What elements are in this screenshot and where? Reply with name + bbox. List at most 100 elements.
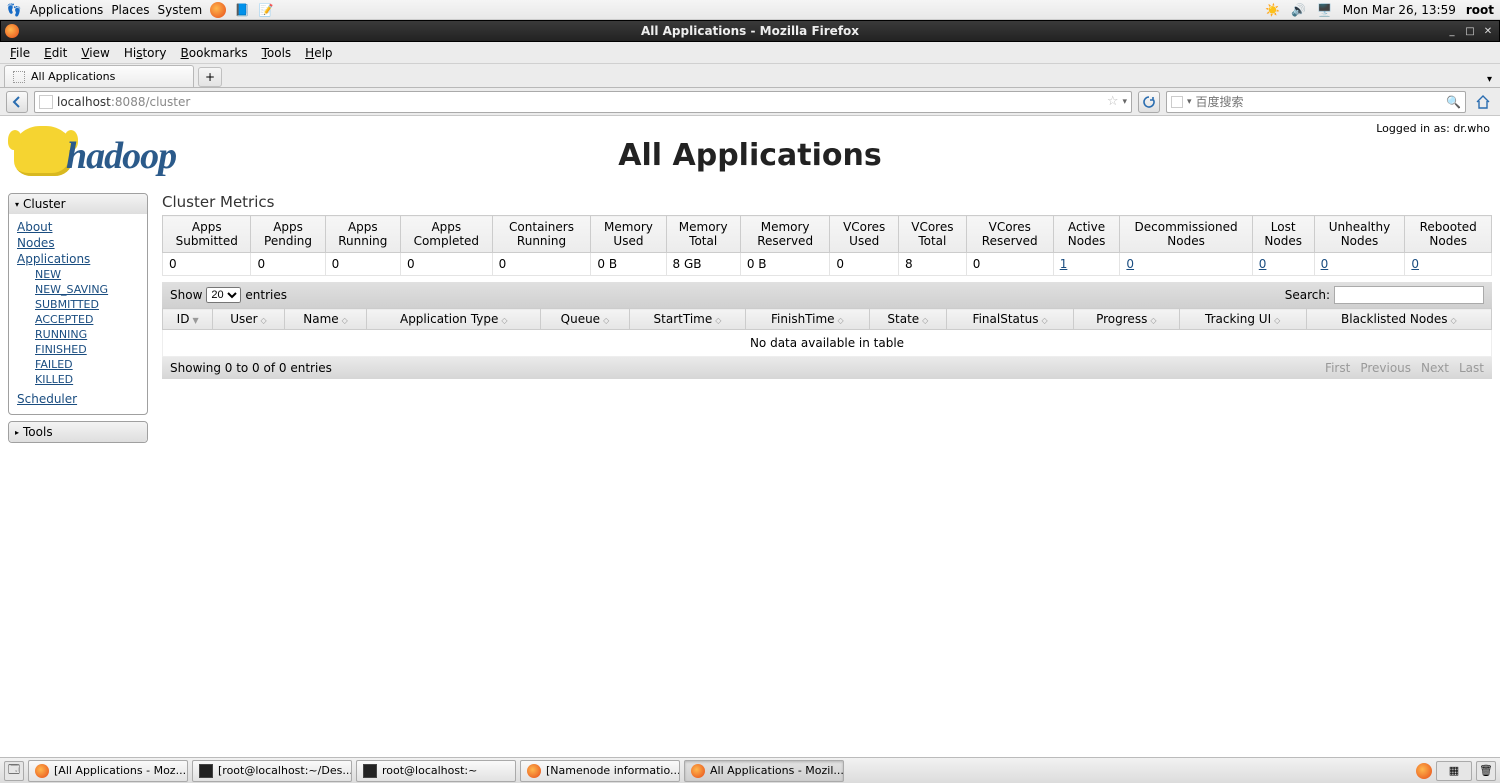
sidebar-link-nodes[interactable]: Nodes xyxy=(17,236,139,250)
pager-previous[interactable]: Previous xyxy=(1360,361,1411,375)
column-header[interactable]: Blacklisted Nodes◇ xyxy=(1306,309,1491,330)
metrics-header: VCores Total xyxy=(898,216,966,253)
sidebar-link-about[interactable]: About xyxy=(17,220,139,234)
new-tab-button[interactable]: + xyxy=(198,67,222,87)
sidebar-cluster-header[interactable]: ▾ Cluster xyxy=(9,194,147,214)
browser-tab[interactable]: All Applications xyxy=(4,65,194,87)
taskbar-item[interactable]: [root@localhost:~/Des... xyxy=(192,760,352,782)
column-header[interactable]: ID▼ xyxy=(163,309,213,330)
search-go-icon[interactable]: 🔍 xyxy=(1446,95,1461,109)
search-engine-dropdown[interactable]: ▾ xyxy=(1187,97,1192,107)
metrics-header: Containers Running xyxy=(492,216,591,253)
notes-launcher-icon[interactable]: 📝 xyxy=(258,2,274,18)
column-header[interactable]: StartTime◇ xyxy=(629,309,745,330)
metrics-cell: 0 xyxy=(492,253,591,276)
menu-view[interactable]: View xyxy=(75,44,115,62)
bookmark-star-icon[interactable]: ☆ xyxy=(1107,94,1119,109)
taskbar-item[interactable]: [All Applications - Moz... xyxy=(28,760,188,782)
sidebar-link-applications[interactable]: Applications xyxy=(17,252,139,266)
column-header[interactable]: Application Type◇ xyxy=(367,309,541,330)
metrics-cell: 0 xyxy=(1405,253,1492,276)
search-engine-icon[interactable] xyxy=(1171,96,1183,108)
column-header[interactable]: FinishTime◇ xyxy=(746,309,869,330)
show-desktop-button[interactable]: 🗔 xyxy=(4,761,24,781)
sidebar-link-scheduler[interactable]: Scheduler xyxy=(17,392,139,406)
clock[interactable]: Mon Mar 26, 13:59 xyxy=(1343,3,1456,17)
column-header[interactable]: Name◇ xyxy=(284,309,367,330)
workspace-switcher[interactable]: ▦ xyxy=(1436,761,1472,781)
menu-edit[interactable]: Edit xyxy=(38,44,73,62)
pager-first[interactable]: First xyxy=(1325,361,1350,375)
sidebar-link-killed[interactable]: KILLED xyxy=(35,373,139,386)
close-button[interactable]: ✕ xyxy=(1481,24,1495,38)
url-toolbar: localhost:8088/cluster ☆ ▾ ▾ 🔍 xyxy=(0,88,1500,116)
sidebar-link-accepted[interactable]: ACCEPTED xyxy=(35,313,139,326)
sort-icon: ◇ xyxy=(501,316,507,325)
volume-icon[interactable]: 🔊 xyxy=(1291,2,1307,18)
menu-file[interactable]: File xyxy=(4,44,36,62)
column-header[interactable]: State◇ xyxy=(869,309,947,330)
taskbar-item[interactable]: All Applications - Mozil... xyxy=(684,760,844,782)
user-menu[interactable]: root xyxy=(1466,3,1494,17)
taskbar-item[interactable]: [Namenode informatio... xyxy=(520,760,680,782)
gnome-menu-places[interactable]: Places xyxy=(111,3,149,17)
update-icon[interactable]: ☀️ xyxy=(1265,2,1281,18)
metrics-link[interactable]: 0 xyxy=(1321,257,1329,271)
sort-icon: ◇ xyxy=(1150,316,1156,325)
help-launcher-icon[interactable]: 📘 xyxy=(234,2,250,18)
column-header[interactable]: User◇ xyxy=(213,309,284,330)
firefox-tray-icon[interactable] xyxy=(1416,763,1432,779)
table-empty-row: No data available in table xyxy=(163,330,1492,357)
trash-button[interactable]: 🗑 xyxy=(1476,761,1496,781)
sort-icon: ◇ xyxy=(1451,316,1457,325)
sort-icon: ◇ xyxy=(715,316,721,325)
url-history-dropdown[interactable]: ▾ xyxy=(1122,97,1127,107)
search-input[interactable] xyxy=(1196,95,1443,109)
column-header[interactable]: Tracking UI◇ xyxy=(1179,309,1306,330)
sidebar-link-failed[interactable]: FAILED xyxy=(35,358,139,371)
url-input[interactable]: localhost:8088/cluster xyxy=(57,95,1103,109)
firefox-icon xyxy=(35,764,49,778)
menu-history[interactable]: History xyxy=(118,44,173,62)
reload-button[interactable] xyxy=(1138,91,1160,113)
metrics-link[interactable]: 0 xyxy=(1411,257,1419,271)
cluster-metrics-table: Apps SubmittedApps PendingApps RunningAp… xyxy=(162,215,1492,276)
menu-bookmarks[interactable]: Bookmarks xyxy=(175,44,254,62)
tabs-dropdown[interactable]: ▾ xyxy=(1483,72,1496,87)
pager-last[interactable]: Last xyxy=(1459,361,1484,375)
minimize-button[interactable]: _ xyxy=(1445,24,1459,38)
sidebar-tools-header[interactable]: ▸ Tools xyxy=(9,422,147,442)
maximize-button[interactable]: □ xyxy=(1463,24,1477,38)
column-header[interactable]: Queue◇ xyxy=(541,309,630,330)
taskbar-item[interactable]: root@localhost:~ xyxy=(356,760,516,782)
metrics-header: Unhealthy Nodes xyxy=(1314,216,1405,253)
metrics-cell: 0 xyxy=(1120,253,1252,276)
url-input-container[interactable]: localhost:8088/cluster ☆ ▾ xyxy=(34,91,1132,113)
home-button[interactable] xyxy=(1472,91,1494,113)
sidebar-link-new[interactable]: NEW xyxy=(35,268,139,281)
metrics-header: Active Nodes xyxy=(1053,216,1120,253)
column-header[interactable]: Progress◇ xyxy=(1073,309,1179,330)
sidebar-link-submitted[interactable]: SUBMITTED xyxy=(35,298,139,311)
pager-next[interactable]: Next xyxy=(1421,361,1449,375)
metrics-header: VCores Used xyxy=(830,216,899,253)
sidebar-link-finished[interactable]: FINISHED xyxy=(35,343,139,356)
metrics-header: Memory Used xyxy=(591,216,666,253)
gnome-menu-applications[interactable]: Applications xyxy=(30,3,103,17)
hadoop-logo: hadoop xyxy=(8,122,258,182)
network-icon[interactable]: 🖥️ xyxy=(1317,2,1333,18)
gnome-menu-system[interactable]: System xyxy=(157,3,202,17)
metrics-link[interactable]: 0 xyxy=(1126,257,1134,271)
metrics-cell: 1 xyxy=(1053,253,1120,276)
menu-tools[interactable]: Tools xyxy=(256,44,298,62)
metrics-link[interactable]: 0 xyxy=(1259,257,1267,271)
back-button[interactable] xyxy=(6,91,28,113)
datatable-search-input[interactable] xyxy=(1334,286,1484,304)
sidebar-link-new_saving[interactable]: NEW_SAVING xyxy=(35,283,139,296)
column-header[interactable]: FinalStatus◇ xyxy=(947,309,1074,330)
metrics-link[interactable]: 1 xyxy=(1060,257,1068,271)
sidebar-link-running[interactable]: RUNNING xyxy=(35,328,139,341)
menu-help[interactable]: Help xyxy=(299,44,338,62)
firefox-launcher-icon[interactable] xyxy=(210,2,226,18)
entries-select[interactable]: 20 xyxy=(206,287,241,303)
